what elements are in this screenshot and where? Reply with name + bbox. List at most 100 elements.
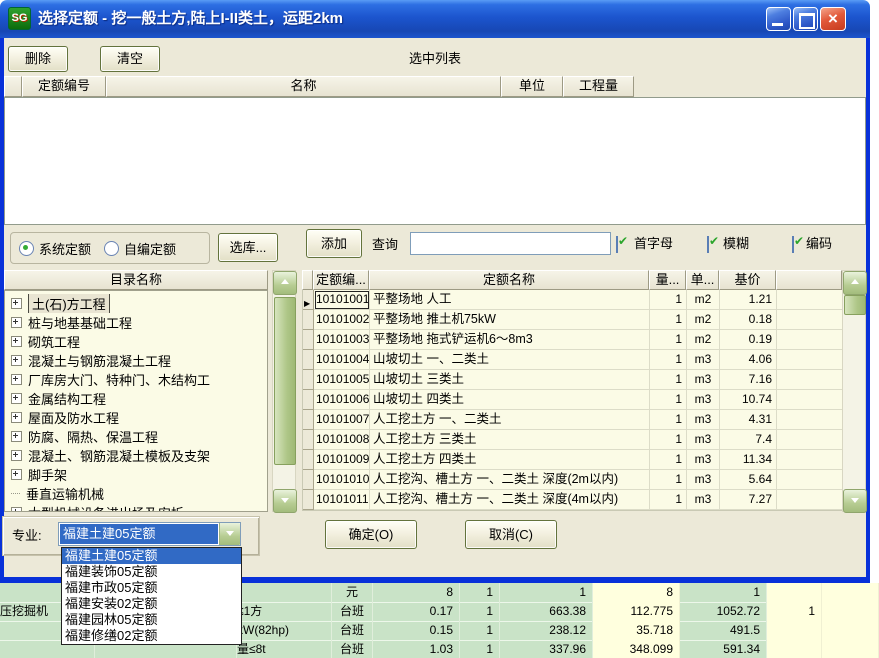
quota-unit-cell[interactable]: m3 <box>687 410 720 430</box>
quota-scrollbar[interactable] <box>842 270 866 512</box>
quota-qty-cell[interactable]: 1 <box>650 350 687 370</box>
quota-unit-cell[interactable]: m2 <box>687 310 720 330</box>
tree-item[interactable]: 厂库房大门、特种门、木结构工 <box>5 370 267 389</box>
quota-unit-cell[interactable]: m3 <box>687 430 720 450</box>
select-library-button[interactable]: 选库... <box>218 233 278 262</box>
quota-price-cell[interactable]: 0.18 <box>720 310 777 330</box>
quota-price-cell[interactable]: 1.21 <box>720 290 777 310</box>
quota-qty-cell[interactable]: 1 <box>650 290 687 310</box>
quota-unit-cell[interactable]: m3 <box>687 350 720 370</box>
selected-list-body[interactable] <box>4 97 866 225</box>
close-button[interactable] <box>820 7 846 31</box>
row-selector[interactable] <box>303 430 314 450</box>
quota-header-name[interactable]: 定额名称 <box>369 270 649 290</box>
quota-header-price[interactable]: 基价 <box>719 270 776 290</box>
quota-code-cell[interactable]: 10101010 <box>314 470 370 490</box>
quota-price-cell[interactable]: 11.34 <box>720 450 777 470</box>
quota-name-cell[interactable]: 人工挖土方 一、二类土 <box>370 410 650 430</box>
dialog-titlebar[interactable]: SG 选择定额 - 挖一般土方,陆上I-II类土，运距2km <box>0 0 870 38</box>
combobox-dropdown-button[interactable] <box>219 523 240 545</box>
quota-name-cell[interactable]: 人工挖沟、槽土方 一、二类土 深度(2m以内) <box>370 470 650 490</box>
expand-plus-icon[interactable] <box>11 317 22 328</box>
tree-item[interactable]: 防腐、隔热、保温工程 <box>5 427 267 446</box>
dropdown-option[interactable]: 福建装饰05定额 <box>62 564 241 580</box>
quota-qty-cell[interactable]: 1 <box>650 410 687 430</box>
quota-qty-cell[interactable]: 1 <box>650 310 687 330</box>
checkbox-fuzzy[interactable] <box>707 236 709 253</box>
quota-price-cell[interactable]: 4.31 <box>720 410 777 430</box>
radio-custom-quota[interactable] <box>104 241 119 256</box>
row-selector[interactable] <box>303 370 314 390</box>
checkbox-code[interactable] <box>792 236 794 253</box>
row-selector[interactable] <box>303 450 314 470</box>
tree-item[interactable]: 桩与地基基础工程 <box>5 313 267 332</box>
radio-system-quota[interactable] <box>19 241 34 256</box>
tree-item[interactable]: 屋面及防水工程 <box>5 408 267 427</box>
quota-unit-cell[interactable]: m3 <box>687 390 720 410</box>
scrollbar-thumb[interactable] <box>844 295 866 315</box>
quota-qty-cell[interactable]: 1 <box>650 390 687 410</box>
quota-unit-cell[interactable]: m3 <box>687 450 720 470</box>
table-row[interactable]: 10101002 平整场地 推土机75kW 1 m2 0.18 <box>303 310 842 330</box>
minimize-button[interactable] <box>766 7 791 31</box>
tree-item[interactable]: 混凝土、钢筋混凝土模板及支架 <box>5 446 267 465</box>
expand-plus-icon[interactable] <box>11 298 22 309</box>
quota-code-cell[interactable]: 10101007 <box>314 410 370 430</box>
quota-price-cell[interactable]: 5.64 <box>720 470 777 490</box>
quota-unit-cell[interactable]: m2 <box>687 290 720 310</box>
quota-unit-cell[interactable]: m2 <box>687 330 720 350</box>
quota-name-cell[interactable]: 山坡切土 一、二类土 <box>370 350 650 370</box>
dropdown-option[interactable]: 福建安装02定额 <box>62 596 241 612</box>
checkbox-first-letter[interactable] <box>616 236 618 253</box>
quota-unit-cell[interactable]: m3 <box>687 370 720 390</box>
quota-code-cell[interactable]: 10101009 <box>314 450 370 470</box>
ok-button[interactable]: 确定(O) <box>325 520 417 549</box>
quota-price-cell[interactable]: 7.16 <box>720 370 777 390</box>
dropdown-option[interactable]: 福建修缮02定额 <box>62 628 241 644</box>
selected-header-quantity[interactable]: 工程量 <box>563 76 634 97</box>
quota-header-code[interactable]: 定额编... <box>313 270 369 290</box>
row-selector[interactable] <box>303 470 314 490</box>
expand-plus-icon[interactable] <box>11 393 22 404</box>
expand-plus-icon[interactable] <box>11 507 22 512</box>
expand-plus-icon[interactable] <box>11 450 22 461</box>
quota-name-cell[interactable]: 人工挖沟、槽土方 一、二类土 深度(4m以内) <box>370 490 650 510</box>
row-selector[interactable] <box>303 410 314 430</box>
table-row[interactable]: 10101004 山坡切土 一、二类土 1 m3 4.06 <box>303 350 842 370</box>
dropdown-option[interactable]: 福建市政05定额 <box>62 580 241 596</box>
tree-item[interactable]: 脚手架 <box>5 465 267 484</box>
row-selector[interactable] <box>303 390 314 410</box>
table-row[interactable]: 10101006 山坡切土 四类土 1 m3 10.74 <box>303 390 842 410</box>
quota-qty-cell[interactable]: 1 <box>650 330 687 350</box>
dropdown-option[interactable]: 福建园林05定额 <box>62 612 241 628</box>
dropdown-option[interactable]: 福建土建05定额 <box>62 548 241 564</box>
quota-qty-cell[interactable]: 1 <box>650 370 687 390</box>
table-row[interactable]: 10101009 人工挖土方 四类土 1 m3 11.34 <box>303 450 842 470</box>
quota-name-cell[interactable]: 山坡切土 四类土 <box>370 390 650 410</box>
quota-code-cell[interactable]: 10101005 <box>314 370 370 390</box>
table-row[interactable]: 10101010 人工挖沟、槽土方 一、二类土 深度(2m以内) 1 m3 5.… <box>303 470 842 490</box>
tree-item[interactable]: 砌筑工程 <box>5 332 267 351</box>
current-row-indicator[interactable] <box>303 290 314 310</box>
tree-item[interactable]: 垂直运输机械 <box>5 484 267 503</box>
quota-unit-cell[interactable]: m3 <box>687 490 720 510</box>
quota-code-cell[interactable]: 10101004 <box>314 350 370 370</box>
quota-name-cell[interactable]: 山坡切土 三类土 <box>370 370 650 390</box>
selected-header-name[interactable]: 名称 <box>106 76 501 97</box>
row-selector[interactable] <box>303 350 314 370</box>
table-row[interactable]: 10101008 人工挖土方 三类土 1 m3 7.4 <box>303 430 842 450</box>
tree-item[interactable]: 土(石)方工程 <box>5 294 267 313</box>
scroll-down-button[interactable] <box>273 489 297 513</box>
quota-qty-cell[interactable]: 1 <box>650 490 687 510</box>
scroll-up-button[interactable] <box>273 271 297 295</box>
tree-item[interactable]: 混凝土与钢筋混凝土工程 <box>5 351 267 370</box>
table-row[interactable]: 10101007 人工挖土方 一、二类土 1 m3 4.31 <box>303 410 842 430</box>
expand-plus-icon[interactable] <box>11 336 22 347</box>
quota-name-cell[interactable]: 平整场地 推土机75kW <box>370 310 650 330</box>
quota-qty-cell[interactable]: 1 <box>650 470 687 490</box>
cancel-button[interactable]: 取消(C) <box>465 520 557 549</box>
quota-name-cell[interactable]: 平整场地 拖式铲运机6～8m3 <box>370 330 650 350</box>
quota-code-cell[interactable]: 10101011 <box>314 490 370 510</box>
expand-plus-icon[interactable] <box>11 355 22 366</box>
scroll-up-button[interactable] <box>843 271 867 295</box>
